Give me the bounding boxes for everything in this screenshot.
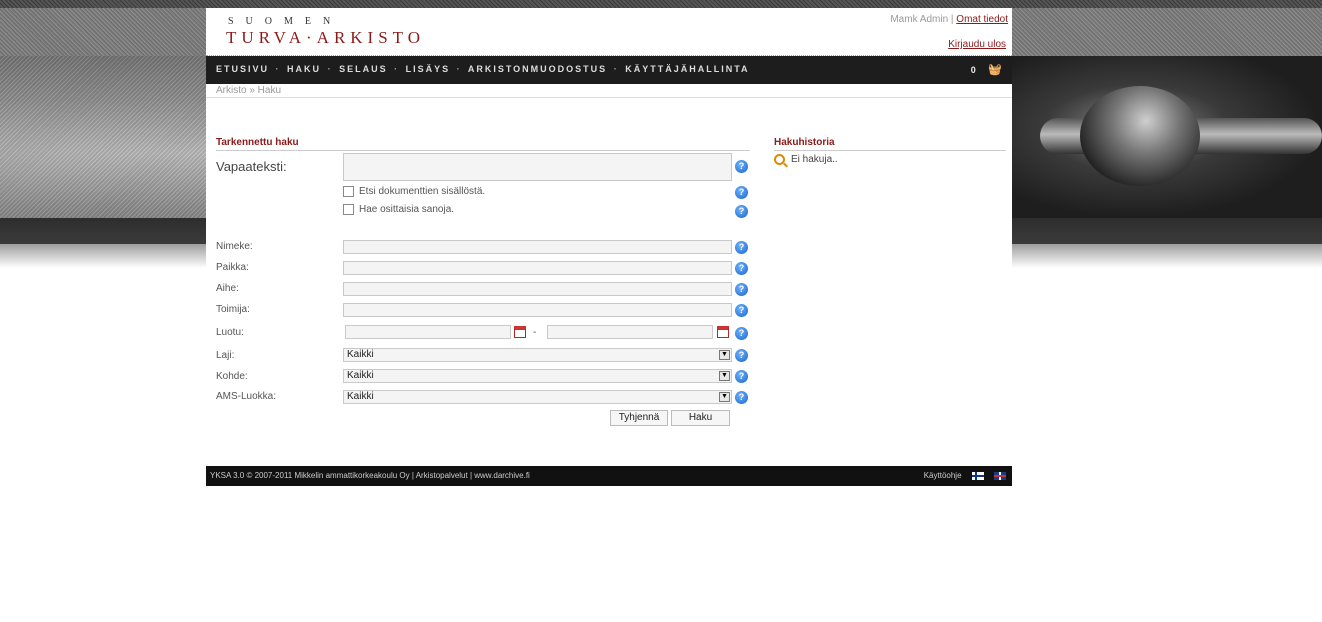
- nav-item-arkistonmuodostus[interactable]: ARKISTONMUODOSTUS: [468, 64, 607, 74]
- nav-item-haku[interactable]: HAKU: [287, 64, 321, 74]
- date-range-dash: -: [533, 327, 537, 338]
- footer: YKSA 3.0 © 2007-2011 Mikkelin ammattikor…: [206, 466, 1012, 486]
- nimeke-input[interactable]: [343, 240, 732, 254]
- partial-words-checkbox[interactable]: [343, 204, 354, 215]
- calendar-icon[interactable]: [717, 326, 729, 338]
- help-icon[interactable]: ?: [735, 262, 748, 275]
- cart-count: 0: [970, 65, 976, 75]
- flag-finland-icon[interactable]: [971, 471, 984, 480]
- help-icon[interactable]: ?: [735, 370, 748, 383]
- laji-select[interactable]: Kaikki ▼: [343, 348, 732, 362]
- toimija-label: Toimija:: [216, 304, 250, 315]
- nav-separator: ·: [456, 64, 462, 74]
- calendar-icon[interactable]: [514, 326, 526, 338]
- logo-subtitle: SUOMEN: [228, 16, 343, 27]
- nav-separator: ·: [613, 64, 619, 74]
- help-icon[interactable]: ?: [735, 349, 748, 362]
- basket-icon[interactable]: 🧺: [988, 63, 1002, 76]
- main-nav: ETUSIVU · HAKU · SELAUS · LISÄYS · ARKIS…: [206, 56, 1012, 84]
- magnifier-icon: [774, 154, 785, 165]
- search-button[interactable]: Haku: [671, 410, 730, 426]
- cart[interactable]: 0 🧺: [971, 63, 1002, 76]
- main-panel: SUOMEN TURVA·ARKISTO Mamk Admin | Omat t…: [206, 8, 1012, 486]
- nav-item-kayttajahallinta[interactable]: KÄYTTÄJÄHALLINTA: [625, 64, 749, 74]
- nav-items: ETUSIVU · HAKU · SELAUS · LISÄYS · ARKIS…: [216, 64, 750, 74]
- nimeke-label: Nimeke:: [216, 241, 253, 252]
- help-icon[interactable]: ?: [735, 304, 748, 317]
- help-icon[interactable]: ?: [735, 205, 748, 218]
- logo-area: SUOMEN TURVA·ARKISTO Mamk Admin | Omat t…: [206, 8, 1012, 56]
- nav-item-selaus[interactable]: SELAUS: [339, 64, 388, 74]
- luotu-label: Luotu:: [216, 327, 244, 338]
- help-icon[interactable]: ?: [735, 327, 748, 340]
- top-strip: [0, 0, 1322, 8]
- footer-text[interactable]: YKSA 3.0 © 2007-2011 Mikkelin ammattikor…: [210, 471, 530, 480]
- advanced-search-title: Tarkennettu haku: [216, 137, 750, 151]
- user-bar: Mamk Admin | Omat tiedot: [890, 14, 1008, 25]
- valve-image: [1080, 86, 1200, 186]
- help-icon[interactable]: ?: [735, 391, 748, 404]
- nav-item-lisays[interactable]: LISÄYS: [406, 64, 451, 74]
- nav-item-etusivu[interactable]: ETUSIVU: [216, 64, 269, 74]
- help-icon[interactable]: ?: [735, 186, 748, 199]
- ams-select[interactable]: Kaikki ▼: [343, 390, 732, 404]
- content-search-option[interactable]: Etsi dokumenttien sisällöstä.: [343, 186, 485, 197]
- history-empty-text: Ei hakuja..: [791, 154, 838, 165]
- flag-uk-icon[interactable]: [994, 471, 1006, 480]
- help-link[interactable]: Käyttöohje: [924, 471, 962, 480]
- chevron-down-icon[interactable]: ▼: [719, 350, 730, 360]
- partial-words-label: Hae osittaisia sanoja.: [359, 204, 455, 215]
- help-icon[interactable]: ?: [735, 160, 748, 173]
- ams-label: AMS-Luokka:: [216, 391, 277, 402]
- logout-link[interactable]: Kirjaudu ulos: [948, 39, 1006, 50]
- ams-selected: Kaikki: [347, 391, 374, 402]
- chevron-down-icon[interactable]: ▼: [719, 392, 730, 402]
- nav-separator: ·: [327, 64, 333, 74]
- help-icon[interactable]: ?: [735, 241, 748, 254]
- history-empty: Ei hakuja..: [774, 154, 838, 165]
- search-history-title: Hakuhistoria: [774, 137, 1006, 151]
- kohde-select[interactable]: Kaikki ▼: [343, 369, 732, 383]
- chevron-down-icon[interactable]: ▼: [719, 371, 730, 381]
- nav-separator: ·: [275, 64, 281, 74]
- laji-label: Laji:: [216, 350, 235, 361]
- date-from-input[interactable]: [345, 325, 511, 339]
- user-name: Mamk Admin: [890, 14, 949, 25]
- freetext-input[interactable]: [343, 153, 732, 181]
- nav-separator: ·: [394, 64, 400, 74]
- partial-words-option[interactable]: Hae osittaisia sanoja.: [343, 204, 454, 215]
- laji-selected: Kaikki: [347, 349, 374, 360]
- aihe-label: Aihe:: [216, 283, 239, 294]
- freetext-label: Vapaateksti:: [216, 159, 287, 174]
- clear-button[interactable]: Tyhjennä: [610, 410, 668, 426]
- aihe-input[interactable]: [343, 282, 732, 296]
- content-search-checkbox[interactable]: [343, 186, 354, 197]
- own-info-link[interactable]: Omat tiedot: [956, 14, 1008, 25]
- paikka-label: Paikka:: [216, 262, 249, 273]
- kohde-label: Kohde:: [216, 371, 248, 382]
- logo-title[interactable]: TURVA·ARKISTO: [226, 28, 425, 48]
- content-search-label: Etsi dokumenttien sisällöstä.: [359, 186, 486, 197]
- help-icon[interactable]: ?: [735, 283, 748, 296]
- kohde-selected: Kaikki: [347, 370, 374, 381]
- breadcrumb[interactable]: Arkisto » Haku: [206, 84, 1012, 98]
- paikka-input[interactable]: [343, 261, 732, 275]
- footer-right: Käyttöohje: [924, 466, 1006, 486]
- toimija-input[interactable]: [343, 303, 732, 317]
- date-to-input[interactable]: [547, 325, 713, 339]
